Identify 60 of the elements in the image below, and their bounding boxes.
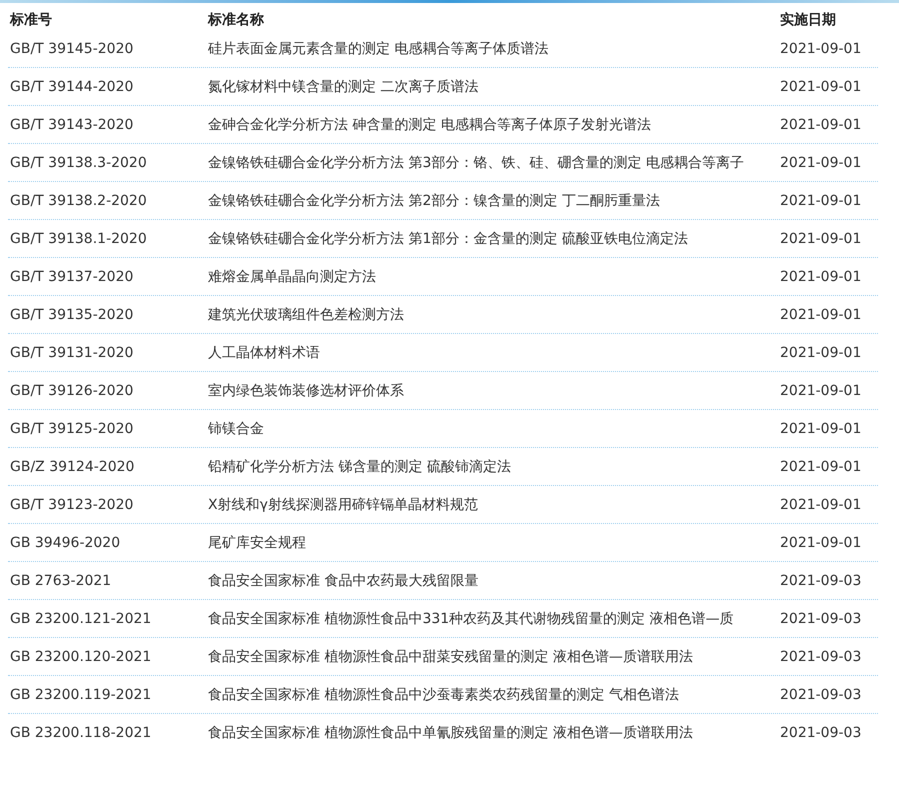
table-cell: 2021-09-01	[780, 269, 862, 285]
table-cell: 2021-09-03	[780, 611, 862, 627]
table-cell: GB/Z 39124-2020	[10, 459, 134, 475]
table-cell: X射线和γ射线探测器用碲锌镉单晶材料规范	[208, 497, 478, 513]
table-cell: GB/T 39138.2-2020	[10, 193, 147, 209]
table-cell: 铈镁合金	[208, 421, 264, 437]
table-cell: 金镍铬铁硅硼合金化学分析方法 第3部分：铬、铁、硅、硼含量的测定 电感耦合等离子	[208, 155, 744, 171]
table-cell: 氮化镓材料中镁含量的测定 二次离子质谱法	[208, 79, 478, 95]
column-header: 标准名称	[208, 12, 264, 28]
table-cell: 2021-09-01	[780, 307, 862, 323]
table-cell: GB 23200.118-2021	[10, 725, 152, 741]
table-cell: 2021-09-01	[780, 79, 862, 95]
table-cell: GB/T 39123-2020	[10, 497, 134, 513]
table-cell: 金镍铬铁硅硼合金化学分析方法 第2部分：镍含量的测定 丁二酮肟重量法	[208, 193, 660, 209]
table-cell: 硅片表面金属元素含量的测定 电感耦合等离子体质谱法	[208, 41, 548, 57]
table-cell: 2021-09-03	[780, 725, 862, 741]
table-cell: GB/T 39131-2020	[10, 345, 134, 361]
table-cell: 铅精矿化学分析方法 锑含量的测定 硫酸铈滴定法	[208, 459, 511, 475]
table-cell: 2021-09-01	[780, 117, 862, 133]
table-cell: GB 2763-2021	[10, 573, 112, 589]
table-cell: 食品安全国家标准 植物源性食品中单氰胺残留量的测定 液相色谱—质谱联用法	[208, 725, 693, 741]
table-cell: 食品安全国家标准 植物源性食品中甜菜安残留量的测定 液相色谱—质谱联用法	[208, 649, 693, 665]
table-cell: GB 23200.120-2021	[10, 649, 152, 665]
table-cell: 食品安全国家标准 食品中农药最大残留限量	[208, 573, 478, 589]
table-cell: 金砷合金化学分析方法 砷含量的测定 电感耦合等离子体原子发射光谱法	[208, 117, 651, 133]
column-header: 实施日期	[780, 12, 836, 28]
table-cell: 尾矿库安全规程	[208, 535, 306, 551]
table-cell: GB 39496-2020	[10, 535, 120, 551]
table-cell: GB/T 39138.1-2020	[10, 231, 147, 247]
table-cell: GB 23200.121-2021	[10, 611, 152, 627]
table-cell: GB 23200.119-2021	[10, 687, 152, 703]
table-cell: 建筑光伏玻璃组件色差检测方法	[208, 307, 404, 323]
table-cell: 食品安全国家标准 植物源性食品中沙蚕毒素类农药残留量的测定 气相色谱法	[208, 687, 679, 703]
table-cell: GB/T 39135-2020	[10, 307, 134, 323]
table-cell: 2021-09-01	[780, 497, 862, 513]
table-cell: 2021-09-01	[780, 231, 862, 247]
table-cell: GB/T 39143-2020	[10, 117, 134, 133]
table-cell: GB/T 39138.3-2020	[10, 155, 147, 171]
table-cell: 2021-09-01	[780, 421, 862, 437]
table-cell: 2021-09-01	[780, 535, 862, 551]
table-cell: 2021-09-01	[780, 155, 862, 171]
table-cell: GB/T 39145-2020	[10, 41, 134, 57]
table-cell: 食品安全国家标准 植物源性食品中331种农药及其代谢物残留量的测定 液相色谱—质	[208, 611, 734, 627]
table-cell: GB/T 39137-2020	[10, 269, 134, 285]
table-cell: 金镍铬铁硅硼合金化学分析方法 第1部分：金含量的测定 硫酸亚铁电位滴定法	[208, 231, 688, 247]
table-cell: 室内绿色装饰装修选材评价体系	[208, 383, 404, 399]
table-cell: 2021-09-01	[780, 459, 862, 475]
table-cell: 2021-09-01	[780, 383, 862, 399]
table-cell: GB/T 39126-2020	[10, 383, 134, 399]
table-cell: 2021-09-01	[780, 193, 862, 209]
table-cell: 2021-09-03	[780, 649, 862, 665]
table-cell: 2021-09-03	[780, 573, 862, 589]
table-cell: 2021-09-03	[780, 687, 862, 703]
column-header: 标准号	[10, 12, 52, 28]
table-cell: 2021-09-01	[780, 41, 862, 57]
table-cell: GB/T 39125-2020	[10, 421, 134, 437]
table-cell: 2021-09-01	[780, 345, 862, 361]
table-cell: GB/T 39144-2020	[10, 79, 134, 95]
table-cell: 人工晶体材料术语	[208, 345, 320, 361]
table-cell: 难熔金属单晶晶向测定方法	[208, 269, 376, 285]
